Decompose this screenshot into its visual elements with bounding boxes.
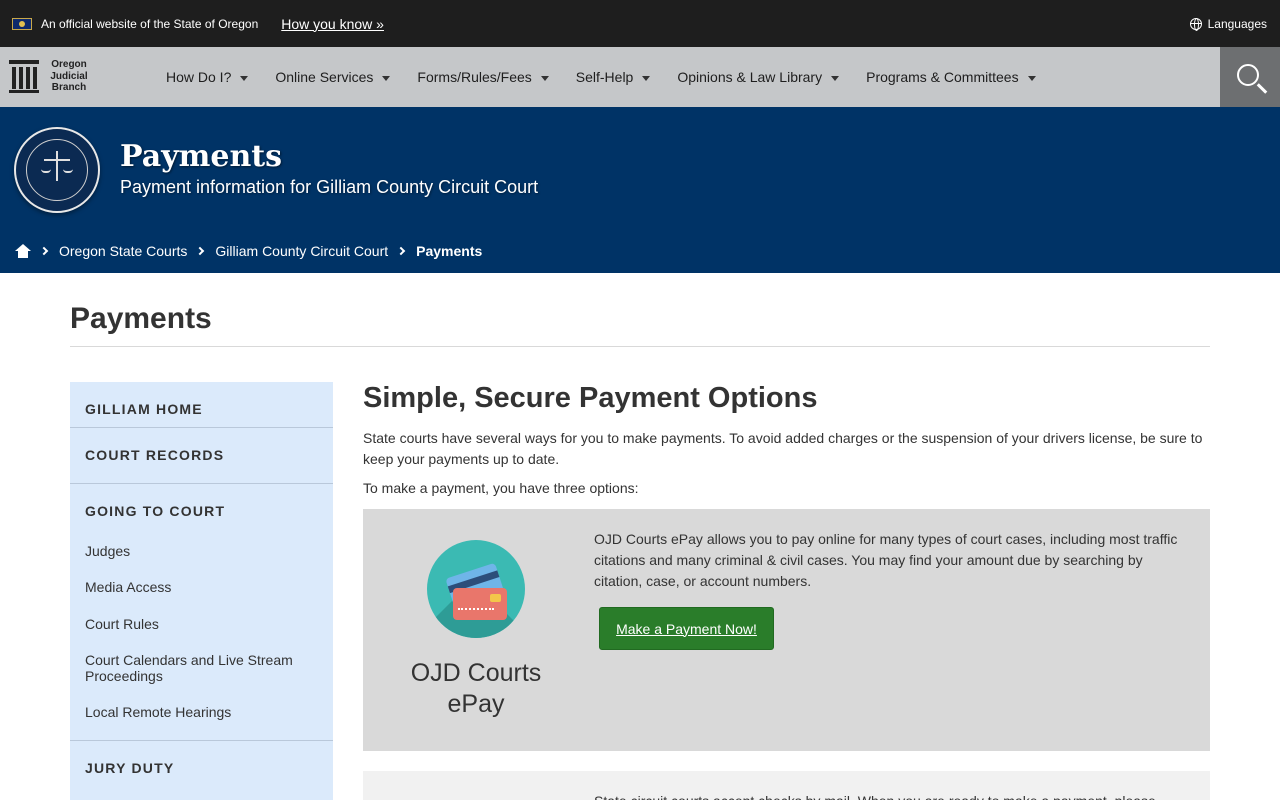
epay-card: OJD Courts ePay OJD Courts ePay allows y… <box>363 509 1210 751</box>
nav-self-help[interactable]: Self-Help <box>576 69 651 85</box>
caret-down-icon <box>1027 75 1036 81</box>
divider <box>70 427 333 428</box>
caret-down-icon <box>540 75 549 81</box>
languages-button[interactable]: Languages <box>1189 0 1267 47</box>
intro-paragraph: State courts have several ways for you t… <box>363 430 1203 467</box>
divider <box>70 346 1210 347</box>
courthouse-pillars-icon <box>9 59 39 93</box>
sidebar-link-court-rules[interactable]: Court Rules <box>85 616 315 632</box>
mail-payment-card: State circuit courts accept checks by ma… <box>363 771 1210 800</box>
sidebar: GILLIAM HOME COURT RECORDS GOING TO COUR… <box>70 382 333 800</box>
main-nav: Oregon Judicial Branch How Do I? Online … <box>0 47 1280 107</box>
hero-title: Payments <box>120 139 283 174</box>
sidebar-going-to-court[interactable]: GOING TO COURT <box>85 503 225 519</box>
chevron-right-icon <box>196 246 205 256</box>
nav-online-services[interactable]: Online Services <box>275 69 391 85</box>
section-heading: Simple, Secure Payment Options <box>363 382 818 414</box>
judicial-seal-icon <box>14 127 100 213</box>
breadcrumb: Oregon State Courts Gilliam County Circu… <box>15 243 482 259</box>
caret-down-icon <box>831 75 840 81</box>
epay-description: OJD Courts ePay allows you to pay online… <box>594 531 1178 589</box>
sidebar-jury-duty[interactable]: JURY DUTY <box>85 760 174 776</box>
caret-down-icon <box>642 75 651 81</box>
logo-text: Oregon Judicial Branch <box>50 59 88 93</box>
official-banner: An official website of the State of Oreg… <box>0 0 1280 47</box>
page-title: Payments <box>70 302 212 335</box>
nav-opinions-law-library[interactable]: Opinions & Law Library <box>677 69 840 85</box>
sidebar-gilliam-home[interactable]: GILLIAM HOME <box>85 401 203 417</box>
globe-icon <box>1189 17 1202 31</box>
divider <box>70 740 333 741</box>
mail-description: State circuit courts accept checks by ma… <box>594 791 1194 800</box>
page-header: Payments Payment information for Gilliam… <box>0 107 1280 273</box>
official-text: An official website of the State of Oreg… <box>41 16 259 31</box>
caret-down-icon <box>382 75 391 81</box>
home-icon[interactable] <box>15 244 31 258</box>
credit-card-icon <box>427 540 525 638</box>
nav-how-do-i[interactable]: How Do I? <box>166 69 249 85</box>
epay-title: OJD Courts ePay <box>410 659 542 718</box>
chevron-right-icon <box>39 246 49 256</box>
sidebar-link-remote-hearings[interactable]: Local Remote Hearings <box>85 704 315 720</box>
sidebar-link-media-access[interactable]: Media Access <box>85 579 315 595</box>
sidebar-link-court-calendars[interactable]: Court Calendars and Live Stream Proceedi… <box>85 652 315 684</box>
breadcrumb-oregon-state-courts[interactable]: Oregon State Courts <box>59 243 187 259</box>
chevron-right-icon <box>396 246 406 256</box>
make-payment-button[interactable]: Make a Payment Now! <box>599 607 774 650</box>
breadcrumb-gilliam-county[interactable]: Gilliam County Circuit Court <box>215 243 388 259</box>
caret-down-icon <box>240 75 249 81</box>
languages-label: Languages <box>1207 16 1267 31</box>
nav-programs-committees[interactable]: Programs & Committees <box>866 69 1036 85</box>
nav-forms-rules-fees[interactable]: Forms/Rules/Fees <box>417 69 549 85</box>
how-you-know-link[interactable]: How you know » <box>281 16 384 32</box>
search-icon <box>1236 63 1259 86</box>
sidebar-link-judges[interactable]: Judges <box>85 543 315 559</box>
ojd-logo[interactable]: Oregon Judicial Branch <box>9 59 91 94</box>
divider <box>70 483 333 484</box>
search-button[interactable] <box>1220 47 1280 107</box>
hero-subtitle: Payment information for Gilliam County C… <box>120 177 539 197</box>
breadcrumb-current: Payments <box>416 243 483 259</box>
options-paragraph: To make a payment, you have three option… <box>363 480 639 496</box>
sidebar-court-records[interactable]: COURT RECORDS <box>85 447 224 463</box>
oregon-flag-icon <box>12 17 32 30</box>
